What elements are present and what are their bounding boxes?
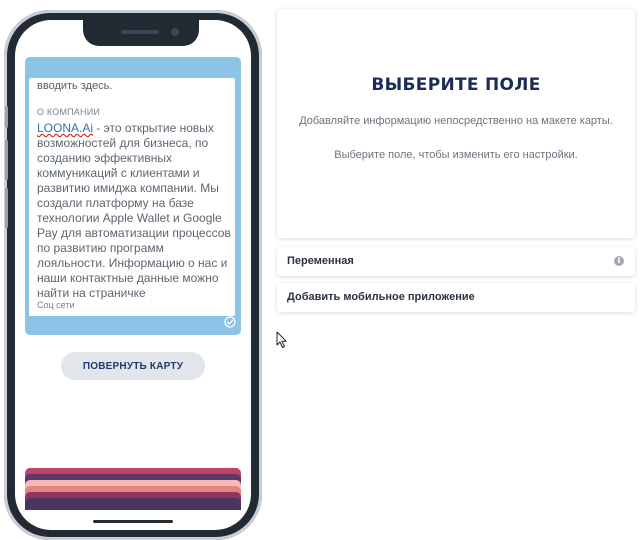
home-indicator xyxy=(93,520,173,523)
info-icon[interactable]: i xyxy=(614,256,624,266)
mouse-cursor-icon xyxy=(276,331,287,348)
add-mobile-app-row[interactable]: Добавить мобильное приложение xyxy=(277,283,635,312)
about-company-label: О КОМПАНИИ xyxy=(37,107,101,117)
phone-volume-down xyxy=(5,188,8,228)
variable-label: Переменная xyxy=(287,255,354,267)
phone-mockup: вводить здесь. О КОМПАНИИ LOONA.Ai - это… xyxy=(4,10,262,540)
check-circle-icon xyxy=(224,316,236,328)
phone-side-button xyxy=(5,106,8,128)
field-settings-panel: ВЫБЕРИТЕ ПОЛЕ Добавляйте информацию непо… xyxy=(277,9,635,238)
social-networks-label[interactable]: Соц сети xyxy=(37,300,75,310)
flip-card-button[interactable]: ПОВЕРНУТЬ КАРТУ xyxy=(61,352,205,380)
phone-screen: вводить здесь. О КОМПАНИИ LOONA.Ai - это… xyxy=(15,20,251,530)
variable-row[interactable]: Переменная i xyxy=(277,247,635,276)
card-stack-layer xyxy=(25,498,241,510)
brand-link[interactable]: LOONA.Ai xyxy=(37,121,93,135)
panel-hint-add: Добавляйте информацию непосредственно на… xyxy=(299,115,613,127)
add-mobile-app-label: Добавить мобильное приложение xyxy=(287,291,475,303)
phone-notch xyxy=(83,20,199,46)
about-company-text[interactable]: LOONA.Ai - это открытие новых возможност… xyxy=(37,121,233,301)
camera-icon xyxy=(171,28,179,36)
about-company-body: - это открытие новых возможностей для би… xyxy=(37,121,231,300)
panel-title: ВЫБЕРИТЕ ПОЛЕ xyxy=(371,75,541,95)
card-back-content[interactable]: вводить здесь. О КОМПАНИИ LOONA.Ai - это… xyxy=(29,78,235,316)
phone-volume-up xyxy=(5,140,8,180)
card-back-top-text: вводить здесь. xyxy=(37,80,113,92)
panel-hint-select: Выберите поле, чтобы изменить его настро… xyxy=(334,149,578,161)
app-stage: вводить здесь. О КОМПАНИИ LOONA.Ai - это… xyxy=(0,0,640,540)
speaker-icon xyxy=(121,30,159,34)
